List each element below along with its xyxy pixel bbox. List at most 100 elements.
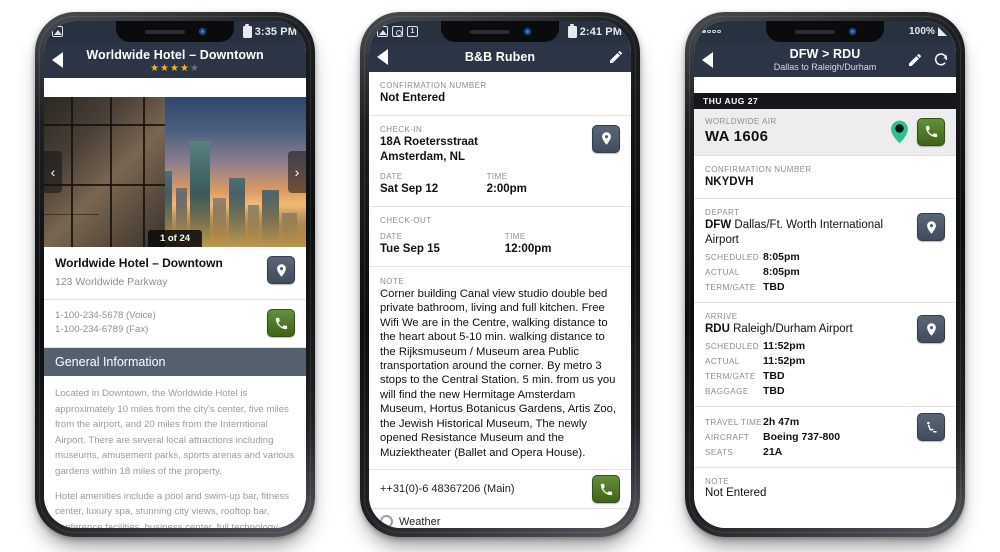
- photo-prev-button[interactable]: ‹: [44, 151, 62, 193]
- status-left-icons: [702, 21, 721, 42]
- hotel-phone-fax: 1-100-234-6789 (Fax): [55, 324, 149, 336]
- phone-device-hotel: 3:35 PM Worldwide Hotel – Downtown ★★★★★: [35, 12, 315, 537]
- map-pin-icon: [926, 221, 936, 234]
- hotel-name: Worldwide Hotel – Downtown: [55, 256, 223, 270]
- checkout-date: DATE Tue Sep 15: [380, 232, 505, 257]
- status-left-icons: 1: [377, 21, 418, 42]
- phone2-notch: [441, 21, 559, 42]
- picture-icon: [377, 26, 388, 37]
- seat-button[interactable]: [917, 413, 945, 442]
- depart-row: ACTUAL 8:05pm: [705, 266, 910, 278]
- trip-details-section: TRAVEL TIME 2h 47m AIRCRAFT Boeing 737-800…: [694, 407, 956, 469]
- star-icon: ★: [179, 63, 190, 75]
- call-button[interactable]: [267, 309, 295, 338]
- row-key: ACTUAL: [705, 268, 740, 278]
- phone3-navbar: DFW > RDU Dallas to Raleigh/Durham: [694, 42, 956, 78]
- depart-airport-name: Dallas/Ft. Worth International Airport: [705, 219, 884, 247]
- depart-row: TERM/GATE TBD: [705, 281, 910, 293]
- star-rating: ★★★★★: [150, 64, 200, 74]
- checkin-time-value: 2:00pm: [486, 182, 527, 195]
- phone2-screen: 1 2:41 PM B&B Ruben CONFIRMATION NUMBER …: [369, 21, 631, 528]
- row-value: 11:52pm: [763, 355, 806, 368]
- back-arrow-icon[interactable]: [377, 49, 388, 65]
- chevron-right-icon: ›: [294, 164, 300, 180]
- row-key: SCHEDULED: [705, 253, 760, 263]
- depart-map-button[interactable]: [917, 213, 945, 242]
- checkin-address-line1: 18A Roetersstraat: [380, 135, 479, 148]
- row-value: TBD: [763, 281, 785, 294]
- confirmation-value: Not Entered: [380, 92, 446, 104]
- checkout-section: CHECK-OUT DATE Tue Sep 15 TIME 12:00pm: [369, 206, 631, 267]
- back-arrow-icon[interactable]: [702, 51, 713, 68]
- row-key: TERM/GATE: [705, 283, 756, 293]
- row-value: TBD: [763, 370, 785, 383]
- phone2-content: CONFIRMATION NUMBER Not Entered CHECK-IN…: [369, 72, 631, 528]
- front-camera-icon: [848, 28, 856, 35]
- checkin-time-label: TIME: [486, 171, 508, 181]
- hotel-photo[interactable]: ‹ › 1 of 24: [44, 97, 306, 247]
- hotel-room-interior: [44, 97, 165, 247]
- note-section: NOTE Corner building Canal view studio d…: [369, 266, 631, 471]
- page-title: B&B Ruben: [464, 49, 536, 64]
- trip-row: SEATS 21A: [705, 446, 910, 458]
- weather-row[interactable]: Weather: [369, 509, 631, 528]
- status-left-icons: [52, 21, 63, 42]
- depart-row: SCHEDULED 8:05pm: [705, 251, 910, 263]
- refresh-icon[interactable]: [933, 52, 949, 68]
- back-arrow-icon[interactable]: [52, 52, 63, 69]
- status-right: 2:41 PM: [567, 23, 622, 38]
- map-pin-icon: [601, 132, 611, 146]
- checkin-section: CHECK-IN 18A Roetersstraat Amsterdam, NL…: [369, 115, 631, 207]
- pencil-icon[interactable]: [608, 49, 624, 65]
- star-icon: ★: [150, 63, 161, 75]
- arrive-code: RDU: [705, 323, 730, 336]
- depart-airport: DFW Dallas/Ft. Worth International Airpo…: [705, 218, 910, 248]
- row-value: 21A: [763, 446, 783, 459]
- note-label: NOTE: [380, 276, 405, 286]
- row-value: 2h 47m: [763, 416, 800, 429]
- arrive-row: BAGGAGE TBD: [705, 385, 910, 397]
- trip-row: AIRCRAFT Boeing 737-800: [705, 431, 910, 443]
- call-button[interactable]: [592, 475, 620, 504]
- star-icon: ★: [170, 63, 180, 75]
- depart-label: DEPART: [705, 208, 740, 218]
- phone-device-lodging: 1 2:41 PM B&B Ruben CONFIRMATION NUMBER …: [360, 12, 640, 537]
- battery-icon: [242, 23, 252, 38]
- map-pin-icon: [926, 323, 936, 336]
- arrive-map-button[interactable]: [917, 315, 945, 344]
- phone1-content: ‹ › 1 of 24 Worldwide Hotel – Downtown 1…: [44, 97, 306, 528]
- map-button[interactable]: [267, 256, 295, 284]
- checkin-date-label: DATE: [380, 171, 403, 181]
- hotel-phone-voice: 1-100-234-5678 (Voice): [55, 309, 156, 321]
- page-subtitle: Dallas to Raleigh/Durham: [773, 62, 877, 73]
- checkin-map-button[interactable]: [592, 124, 620, 153]
- confirmation-value: NKYDVH: [705, 175, 754, 188]
- gallery-icon: [52, 26, 63, 37]
- call-button[interactable]: [917, 117, 945, 146]
- photo-next-button[interactable]: ›: [288, 151, 306, 193]
- status-time: 2:41 PM: [579, 25, 622, 38]
- page-title: Worldwide Hotel – Downtown: [86, 48, 264, 62]
- map-pin-green-icon[interactable]: [891, 120, 908, 144]
- note-label: NOTE: [705, 477, 730, 487]
- date-bar: THU AUG 27: [694, 93, 956, 109]
- row-key: ACTUAL: [705, 357, 740, 367]
- lodging-phone-section: ++31(0)-6 48367206 (Main): [369, 470, 631, 510]
- confirmation-section: CONFIRMATION NUMBER Not Entered: [369, 72, 631, 116]
- checkout-date-time: DATE Tue Sep 15 TIME 12:00pm: [380, 232, 620, 257]
- phone3-content: THU AUG 27 WORLDWIDE AIR WA 1606 CONFIRM…: [694, 93, 956, 528]
- calendar-icon: 1: [407, 26, 418, 37]
- pencil-icon[interactable]: [907, 52, 923, 68]
- weather-label: Weather: [399, 515, 441, 528]
- page-title: DFW > RDU: [789, 47, 861, 61]
- checkin-date-value: Sat Sep 12: [380, 182, 439, 195]
- airline-section: WORLDWIDE AIR WA 1606: [694, 109, 956, 156]
- phone1-notch: [116, 21, 234, 42]
- row-value: 8:05pm: [763, 266, 800, 279]
- status-time: 3:35 PM: [254, 25, 297, 38]
- row-key: BAGGAGE: [705, 387, 749, 397]
- checkin-time: TIME 2:00pm: [487, 172, 585, 197]
- trip-row: TRAVEL TIME 2h 47m: [705, 416, 910, 428]
- battery-icon: [567, 23, 577, 38]
- confirmation-label: CONFIRMATION NUMBER: [380, 81, 487, 90]
